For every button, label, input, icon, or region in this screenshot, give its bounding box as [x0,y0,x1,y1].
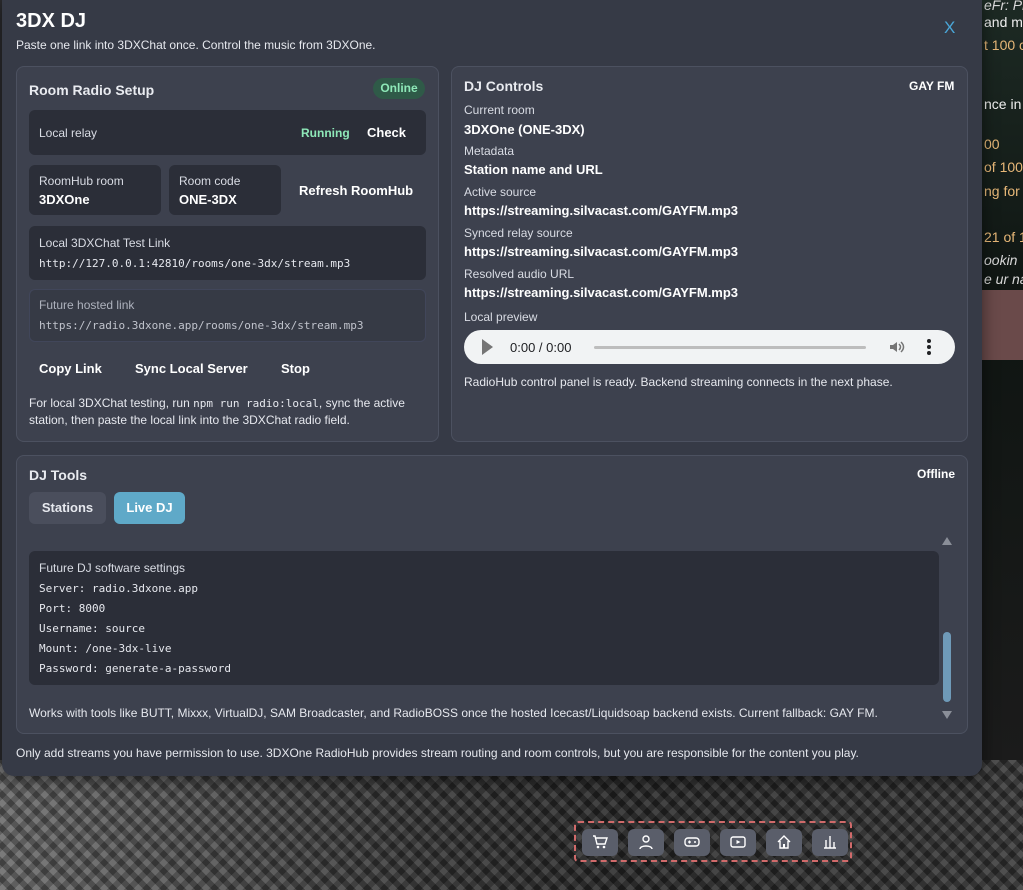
dj-tools-footer: Works with tools like BUTT, Mixxx, Virtu… [29,706,878,720]
settings-line: Mount: /one-3dx-live [39,642,172,655]
roomhub-room-value: 3DXOne [39,192,90,207]
local-relay-label: Local relay [39,126,98,140]
settings-line: Server: radio.3dxone.app [39,582,198,595]
chat-line: and m [984,14,1023,30]
tab-live-dj[interactable]: Live DJ [114,492,185,524]
cart-icon [593,835,608,849]
check-button[interactable]: Check [367,125,406,140]
chat-line: t 100 c [984,37,1023,53]
control-panel-status: RadioHub control panel is ready. Backend… [464,375,893,389]
stats-button[interactable] [812,829,848,856]
more-options-icon[interactable] [926,338,932,356]
stop-button[interactable]: Stop [281,361,310,376]
gamepad-icon [684,837,700,847]
help-command: npm run radio:local [193,397,319,410]
roomhub-room-label: RoomHub room [39,174,124,188]
resolved-audio-value: https://streaming.silvacast.com/GAYFM.mp… [464,285,739,300]
local-testing-help: For local 3DXChat testing, run npm run r… [29,395,429,429]
chat-line: 21 of 1 [984,229,1023,245]
chart-icon [824,836,836,849]
chat-line: e ur na [984,271,1023,287]
background-scene-right [982,0,1023,760]
metadata-value: Station name and URL [464,162,603,177]
background-panel [982,290,1023,360]
settings-line: Password: generate-a-password [39,662,232,675]
shop-button[interactable] [582,829,618,856]
close-button[interactable]: X [944,18,955,38]
chat-line: of 100 [984,159,1023,175]
dj-tools-title: DJ Tools [29,467,88,483]
home-button[interactable] [766,829,802,856]
copy-link-button[interactable]: Copy Link [39,361,102,376]
settings-line: Username: source [39,622,145,635]
scroll-down-icon[interactable] [942,711,952,719]
future-link-box [29,289,426,342]
background-floor [0,760,1023,890]
help-text-start: For local 3DXChat testing, run [29,396,194,410]
bottom-toolbar [574,821,852,862]
local-preview-label: Local preview [464,310,538,324]
sync-local-server-button[interactable]: Sync Local Server [135,361,248,376]
scrollbar[interactable] [941,537,953,721]
profile-button[interactable] [628,829,664,856]
refresh-roomhub-button[interactable]: Refresh RoomHub [299,183,413,198]
current-room-value: 3DXOne (ONE-3DX) [464,122,585,137]
user-icon [639,835,653,850]
active-source-label: Active source [464,185,537,199]
room-code-value: ONE-3DX [179,192,237,207]
chat-line: 00 [984,136,1000,152]
modal-title: 3DX DJ [16,10,87,32]
scroll-up-icon[interactable] [942,537,952,545]
seek-bar[interactable] [594,346,866,349]
audio-player: 0:00 / 0:00 [464,330,955,364]
status-badge: Online [373,78,425,99]
dj-tools-status: Offline [917,467,955,481]
room-code-label: Room code [179,174,241,188]
resolved-audio-label: Resolved audio URL [464,267,575,281]
tab-stations[interactable]: Stations [29,492,106,524]
local-link-box [29,226,426,280]
chat-line: eFr: Pl [984,0,1023,13]
scroll-thumb[interactable] [943,632,951,702]
current-room-label: Current room [464,103,535,117]
home-icon [777,835,791,849]
roomhub-room-box [29,165,161,215]
dj-controls-title: DJ Controls [464,78,544,94]
media-button[interactable] [720,829,756,856]
synced-relay-label: Synced relay source [464,226,573,240]
play-icon[interactable] [482,339,493,355]
room-setup-title: Room Radio Setup [29,82,155,98]
play-screen-icon [730,836,746,848]
volume-icon[interactable] [888,338,906,356]
synced-relay-value: https://streaming.silvacast.com/GAYFM.mp… [464,244,739,259]
metadata-label: Metadata [464,144,515,158]
settings-line: Port: 8000 [39,602,106,615]
chat-line: ng for a [984,183,1023,199]
modal-subtitle: Paste one link into 3DXChat once. Contro… [16,38,376,52]
chat-line: nce in [984,96,1022,112]
local-link-label: Local 3DXChat Test Link [39,236,171,250]
future-link-label: Future hosted link [39,298,135,312]
local-link-value[interactable]: http://127.0.0.1:42810/rooms/one-3dx/str… [39,257,350,270]
disclaimer-text: Only add streams you have permission to … [16,746,859,760]
settings-title: Future DJ software settings [39,561,186,575]
chat-line: ookin [984,252,1018,268]
room-code-box [169,165,281,215]
active-source-value: https://streaming.silvacast.com/GAYFM.mp… [464,203,739,218]
station-badge: GAY FM [909,79,955,93]
future-link-value: https://radio.3dxone.app/rooms/one-3dx/s… [39,319,364,332]
relay-status: Running [301,126,350,140]
games-button[interactable] [674,829,710,856]
player-time: 0:00 / 0:00 [510,340,572,355]
